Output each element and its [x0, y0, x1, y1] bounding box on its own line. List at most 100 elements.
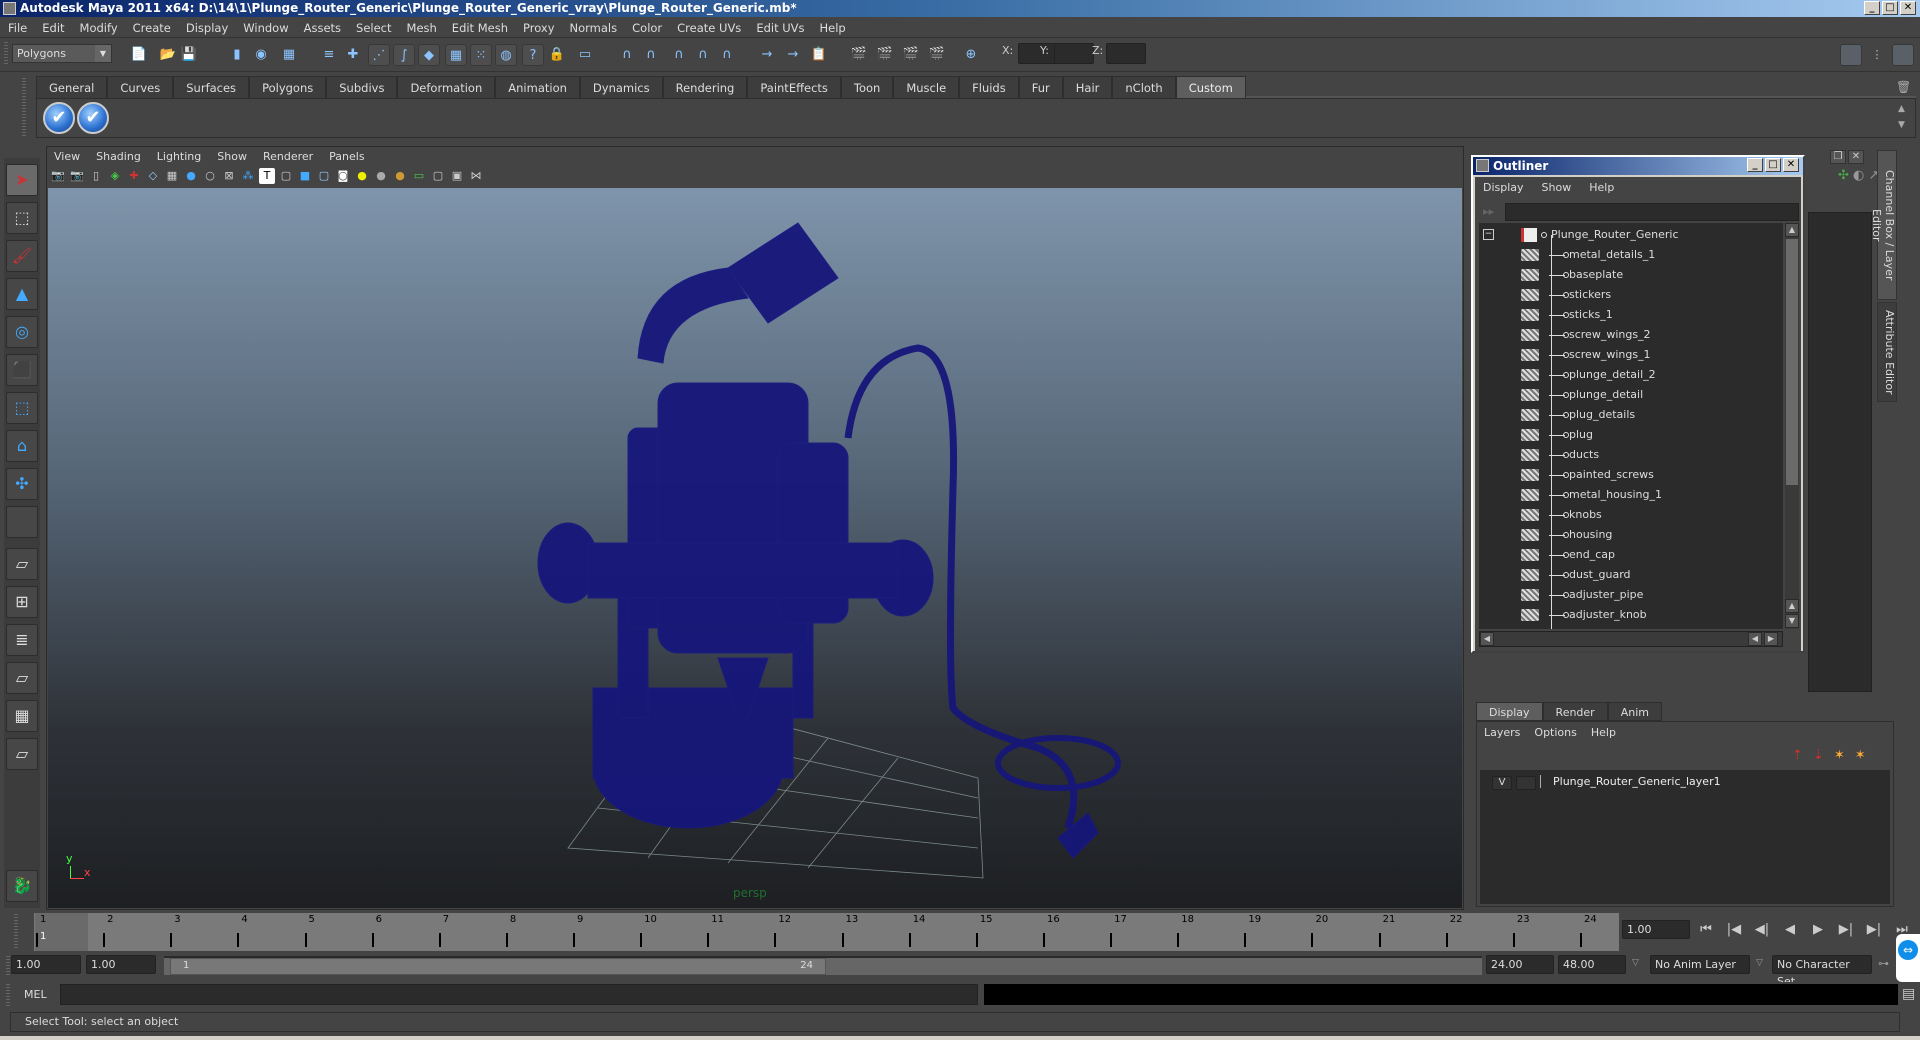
outliner-item[interactable]: painted_screws [1479, 465, 1779, 485]
menu-edit-mesh[interactable]: Edit Mesh [452, 21, 508, 35]
panel-tool-icon[interactable]: T [259, 168, 275, 184]
scroll-right-icon[interactable]: ▶ [1764, 632, 1778, 646]
status-line-tool-icon[interactable]: ∩ [716, 44, 738, 66]
character-set-dropdown[interactable]: No Character Set [1772, 955, 1872, 988]
y-field[interactable] [1054, 43, 1094, 64]
open-scene-icon[interactable]: 📂 [157, 44, 179, 66]
lasso-tool-icon[interactable]: ⬚ [6, 202, 38, 234]
scroll-up-icon[interactable]: ▲ [1785, 223, 1799, 237]
play-forwards-button[interactable]: ▶ [1808, 922, 1828, 940]
status-line-tool-icon[interactable]: 🎬 [926, 44, 948, 66]
menu-display[interactable]: Display [186, 21, 228, 35]
panel-tool-icon[interactable]: ■ [297, 168, 313, 184]
soft-mod-tool-icon[interactable]: ⌂ [6, 430, 38, 462]
menu-help[interactable]: Help [820, 21, 846, 35]
layer-type-toggle[interactable] [1516, 776, 1536, 790]
shelf-tab-custom[interactable]: Custom [1175, 76, 1246, 98]
panel-tool-icon[interactable]: ◈ [107, 168, 123, 184]
panel-menu-panels[interactable]: Panels [329, 150, 364, 163]
layer-tab-render[interactable]: Render [1542, 702, 1608, 721]
check-icon[interactable]: ✔ [77, 102, 109, 134]
playback-end-field[interactable]: 24.00 [1486, 955, 1554, 974]
show-manipulator-icon[interactable]: ✣ [6, 468, 38, 500]
menu-assets[interactable]: Assets [304, 21, 341, 35]
shelf-tab-rendering[interactable]: Rendering [662, 76, 748, 98]
rotate-tool-icon[interactable]: ◎ [6, 316, 38, 348]
render-view-icon[interactable]: ⁙ [470, 44, 492, 66]
shelf-tab-deformation[interactable]: Deformation [397, 76, 496, 98]
chevron-down-icon[interactable]: ▽ [1756, 958, 1763, 968]
history-icon[interactable]: ▦ [445, 44, 467, 66]
channel-box-toggle-icon[interactable] [1892, 44, 1914, 66]
outliner-filter-input[interactable] [1505, 203, 1799, 221]
status-line-tool-icon[interactable]: 🎬 [900, 44, 922, 66]
panel-tool-icon[interactable]: 📷 [69, 168, 85, 184]
select-by-object-icon[interactable]: ◉ [250, 44, 272, 66]
tab-attribute-editor[interactable]: Attribute Editor [1877, 302, 1897, 402]
layer-tab-display[interactable]: Display [1476, 702, 1543, 721]
move-tool-icon[interactable]: ▲ [6, 278, 38, 310]
layer-row[interactable]: V Plunge_Router_Generic_layer1 [1480, 774, 1880, 792]
last-tool-icon[interactable] [6, 506, 38, 538]
menu-edit-uvs[interactable]: Edit UVs [756, 21, 804, 35]
select-by-component-icon[interactable]: ▦ [278, 44, 300, 66]
close-button[interactable]: ✕ [1900, 1, 1916, 15]
step-back-frame-button[interactable]: |◀ [1724, 922, 1744, 940]
outliner-root-item[interactable]: − Plunge_Router_Generic [1479, 225, 1779, 245]
menu-normals[interactable]: Normals [570, 21, 618, 35]
chevron-down-icon[interactable]: ▽ [1632, 958, 1639, 968]
maximize-button[interactable]: □ [1882, 1, 1898, 15]
layer-visibility-toggle[interactable]: V [1492, 776, 1512, 790]
step-forward-key-button[interactable]: ▶| [1836, 922, 1856, 940]
outliner-item[interactable]: screw_wings_2 [1479, 325, 1779, 345]
panel-tool-icon[interactable]: ◇ [145, 168, 161, 184]
panel-tool-icon[interactable]: ● [183, 168, 199, 184]
key-icon[interactable]: ⊶ [1878, 957, 1889, 970]
teamviewer-icon[interactable]: ⇔ [1898, 940, 1918, 960]
hypershade-layout-icon[interactable]: ▦ [6, 700, 38, 732]
panel-tool-icon[interactable]: ⋈ [468, 168, 484, 184]
shelf-scroll-up-icon[interactable]: ▲ [1898, 104, 1905, 114]
status-line-tool-icon[interactable]: → [756, 44, 778, 66]
status-line-tool-icon[interactable]: ∩ [616, 44, 638, 66]
outliner-menu-display[interactable]: Display [1483, 181, 1524, 194]
outliner-item[interactable]: metal_details_1 [1479, 245, 1779, 265]
scale-tool-icon[interactable]: ⬛ [6, 354, 38, 386]
new-layer-selected-icon[interactable]: ✶ [1855, 748, 1866, 763]
panel-tool-icon[interactable]: ▢ [316, 168, 332, 184]
half-circle-icon[interactable]: ◐ [1853, 168, 1864, 183]
shelf-tab-hair[interactable]: Hair [1062, 76, 1113, 98]
universal-manipulator-icon[interactable]: ⬚ [6, 392, 38, 424]
shelf-tab-general[interactable]: General [36, 76, 108, 98]
outliner-graph-layout-icon[interactable]: ▱ [6, 738, 38, 770]
outliner-vertical-scrollbar[interactable]: ▲ ▲ ▼ [1785, 223, 1799, 629]
attribute-editor-toggle-icon[interactable] [1840, 44, 1862, 66]
render-settings-icon[interactable]: 🔒 [546, 44, 568, 66]
teamviewer-overlay[interactable]: ⇔ [1896, 934, 1920, 982]
panel-tool-icon[interactable]: ▢ [430, 168, 446, 184]
current-time-field[interactable]: 1.00 [1622, 920, 1690, 939]
save-scene-icon[interactable]: 💾 [178, 44, 200, 66]
outliner-close-button[interactable]: ✕ [1783, 158, 1799, 172]
paint-select-tool-icon[interactable]: 🖌 [6, 240, 38, 272]
filter-icon[interactable]: ▸▸ [1483, 205, 1494, 218]
menu-edit[interactable]: Edit [42, 21, 64, 35]
check-icon[interactable]: ✔ [43, 102, 75, 134]
outliner-item[interactable]: plug_details [1479, 405, 1779, 425]
panel-tool-icon[interactable]: ▦ [164, 168, 180, 184]
outliner-item[interactable]: sticks_1 [1479, 305, 1779, 325]
close-panel-button[interactable]: ✕ [1848, 150, 1864, 164]
range-grip[interactable] [6, 956, 10, 976]
panel-tool-icon[interactable]: ▯ [88, 168, 104, 184]
script-editor-icon[interactable]: ▤ [1902, 986, 1915, 1002]
move-layer-up-icon[interactable]: ⇡ [1792, 748, 1803, 763]
shelf-tab-painteffects[interactable]: PaintEffects [747, 76, 841, 98]
outliner-item[interactable]: ducts [1479, 445, 1779, 465]
outliner-item[interactable]: screw_wings_1 [1479, 345, 1779, 365]
shelf-scroll-down-icon[interactable]: ▼ [1898, 120, 1905, 130]
single-perspective-layout-icon[interactable]: ▱ [6, 548, 38, 580]
step-back-key-button[interactable]: ◀| [1752, 922, 1772, 940]
status-line-tool-icon[interactable]: ∩ [692, 44, 714, 66]
layer-menu-options[interactable]: Options [1534, 726, 1576, 739]
minimize-button[interactable]: _ [1864, 1, 1880, 15]
